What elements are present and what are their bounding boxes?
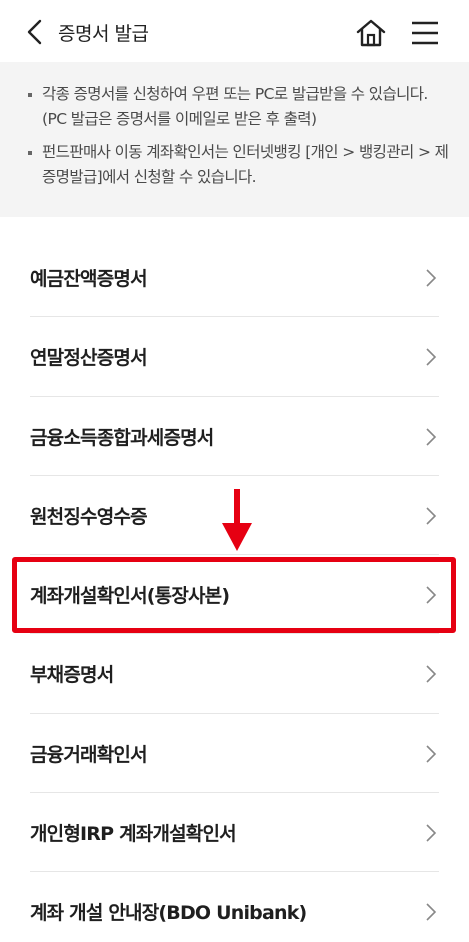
- notice-box: 각종 증명서를 신청하여 우편 또는 PC로 발급받을 수 있습니다.(PC 발…: [0, 62, 469, 217]
- top-bar: 증명서 발급: [0, 0, 469, 62]
- list-item-label: 금융소득종합과세증명서: [30, 426, 214, 449]
- list-item[interactable]: 원천징수영수증: [30, 476, 439, 556]
- notice-text: 펀드판매사 이동 계좌확인서는 인터넷뱅킹 [개인 > 뱅킹관리 > 제증명발급…: [42, 143, 449, 186]
- list-item-label: 연말정산증명서: [30, 347, 148, 370]
- notice-item: 펀드판매사 이동 계좌확인서는 인터넷뱅킹 [개인 > 뱅킹관리 > 제증명발급…: [28, 140, 449, 190]
- list-item-label: 금융거래확인서: [30, 743, 148, 766]
- list-item-label: 원천징수영수증: [30, 505, 148, 528]
- home-icon: [356, 19, 386, 47]
- chevron-right-icon: [426, 269, 437, 287]
- certificate-list: 예금잔액증명서 연말정산증명서 금융소득종합과세증명서 원천징수영수증 계좌개설…: [0, 238, 469, 942]
- notice-item: 각종 증명서를 신청하여 우편 또는 PC로 발급받을 수 있습니다.(PC 발…: [28, 82, 449, 132]
- menu-icon: [412, 21, 438, 45]
- chevron-right-icon: [426, 586, 437, 604]
- list-item-label: 개인형IRP 계좌개설확인서: [30, 823, 237, 846]
- list-item-label: 부채증명서: [30, 664, 114, 687]
- bullet-icon: [28, 151, 32, 155]
- bullet-icon: [28, 93, 32, 97]
- list-item[interactable]: 금융거래확인서: [30, 714, 439, 794]
- notice-text: 각종 증명서를 신청하여 우편 또는 PC로 발급받을 수 있습니다.(PC 발…: [42, 85, 428, 128]
- list-item[interactable]: 예금잔액증명서: [30, 238, 439, 318]
- list-item-account-opening-confirmation[interactable]: 계좌개설확인서(통장사본): [30, 555, 439, 635]
- back-button[interactable]: [22, 16, 52, 48]
- list-item[interactable]: 부채증명서: [30, 634, 439, 714]
- list-item-label: 예금잔액증명서: [30, 268, 148, 290]
- back-icon: [27, 19, 42, 45]
- list-item[interactable]: 개인형IRP 계좌개설확인서: [30, 793, 439, 873]
- chevron-right-icon: [426, 745, 437, 763]
- page-title: 증명서 발급: [58, 23, 149, 45]
- chevron-right-icon: [426, 428, 437, 446]
- list-item-label: 계좌개설확인서(통장사본): [30, 585, 230, 608]
- chevron-right-icon: [426, 824, 437, 842]
- list-item-label: 계좌 개설 안내장(BDO Unibank): [30, 902, 307, 925]
- chevron-right-icon: [426, 348, 437, 366]
- list-item[interactable]: 계좌 개설 안내장(BDO Unibank): [30, 872, 439, 942]
- chevron-right-icon: [426, 507, 437, 525]
- chevron-right-icon: [426, 903, 437, 921]
- list-item[interactable]: 연말정산증명서: [30, 317, 439, 397]
- chevron-right-icon: [426, 665, 437, 684]
- list-item[interactable]: 금융소득종합과세증명서: [30, 397, 439, 476]
- home-button[interactable]: [354, 17, 388, 49]
- menu-button[interactable]: [408, 18, 442, 48]
